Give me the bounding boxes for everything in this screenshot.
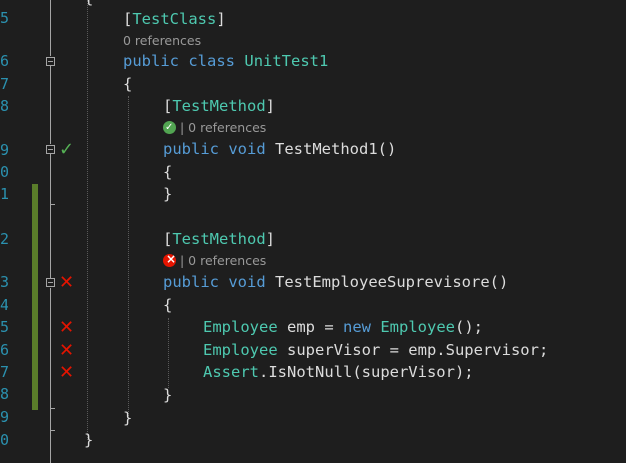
outline-line (50, 0, 51, 56)
line-number: 7 (0, 75, 8, 93)
statement-line: Employee superVisor = emp.Supervisor; (203, 341, 549, 359)
line-number: 8 (0, 385, 8, 403)
statement-line: Employee emp = new Employee(); (203, 318, 483, 336)
attribute-name: TestClass (132, 10, 217, 28)
collapse-icon[interactable] (46, 145, 55, 154)
collapse-icon[interactable] (46, 278, 55, 287)
line-number: 0 (0, 431, 8, 449)
class-open-brace: { (123, 75, 133, 93)
indent-guide (168, 318, 169, 388)
class-references-lens[interactable]: 0 references (123, 33, 201, 49)
outline-line (50, 430, 51, 463)
method1-lens[interactable]: | 0 references (163, 120, 266, 136)
x-icon[interactable]: ✕ (59, 274, 74, 292)
outline-line (50, 204, 51, 278)
change-indicator-bar (32, 184, 38, 410)
line-number: 5 (0, 318, 8, 336)
method2-close-brace: } (163, 386, 173, 404)
x-icon[interactable]: ✕ (59, 364, 74, 382)
method1-declaration: public void TestMethod1() (163, 140, 397, 158)
code-editor[interactable]: 5 6 7 8 9 0 1 2 3 4 5 6 7 8 9 0 ✓ ✕ ✕ ✕ … (0, 0, 626, 463)
line-number: 6 (0, 341, 8, 359)
line-number: 8 (0, 97, 8, 115)
outline-line (50, 408, 51, 430)
line-number: 2 (0, 230, 8, 248)
line-number: 3 (0, 273, 8, 291)
test-method-attribute: [TestMethod] (163, 97, 276, 115)
outline-line (50, 154, 51, 204)
class-declaration: public class UnitTest1 (123, 52, 329, 70)
line-number: 7 (0, 363, 8, 381)
line-number: 5 (0, 9, 8, 27)
collapse-icon[interactable] (46, 57, 55, 66)
method2-lens[interactable]: | 0 references (163, 251, 266, 269)
namespace-open-brace: { (84, 0, 93, 9)
method1-close-brace: } (163, 185, 173, 203)
checkmark-icon[interactable]: ✓ (59, 141, 74, 159)
test-class-attribute: [TestClass] (123, 10, 226, 28)
line-number: 9 (0, 141, 8, 159)
line-number: 9 (0, 408, 8, 426)
indent-guide (87, 0, 88, 440)
test-passed-icon[interactable] (163, 120, 176, 136)
method2-open-brace: { (163, 296, 173, 314)
outline-line (50, 66, 51, 144)
line-number: 0 (0, 163, 8, 181)
x-icon[interactable]: ✕ (59, 342, 74, 360)
line-number: 4 (0, 296, 8, 314)
x-icon[interactable]: ✕ (59, 319, 74, 337)
line-number: 1 (0, 185, 8, 203)
namespace-close-brace: } (84, 431, 94, 449)
line-number: 6 (0, 52, 8, 70)
indent-guide (128, 96, 129, 416)
outline-line (50, 288, 51, 408)
class-close-brace: } (123, 409, 133, 427)
test-failed-icon[interactable] (163, 251, 176, 267)
method2-declaration: public void TestEmployeeSuprevisore() (163, 273, 509, 291)
method1-open-brace: { (163, 163, 173, 181)
statement-line: Assert.IsNotNull(superVisor); (203, 363, 474, 381)
test-method-attribute: [TestMethod] (163, 230, 276, 248)
